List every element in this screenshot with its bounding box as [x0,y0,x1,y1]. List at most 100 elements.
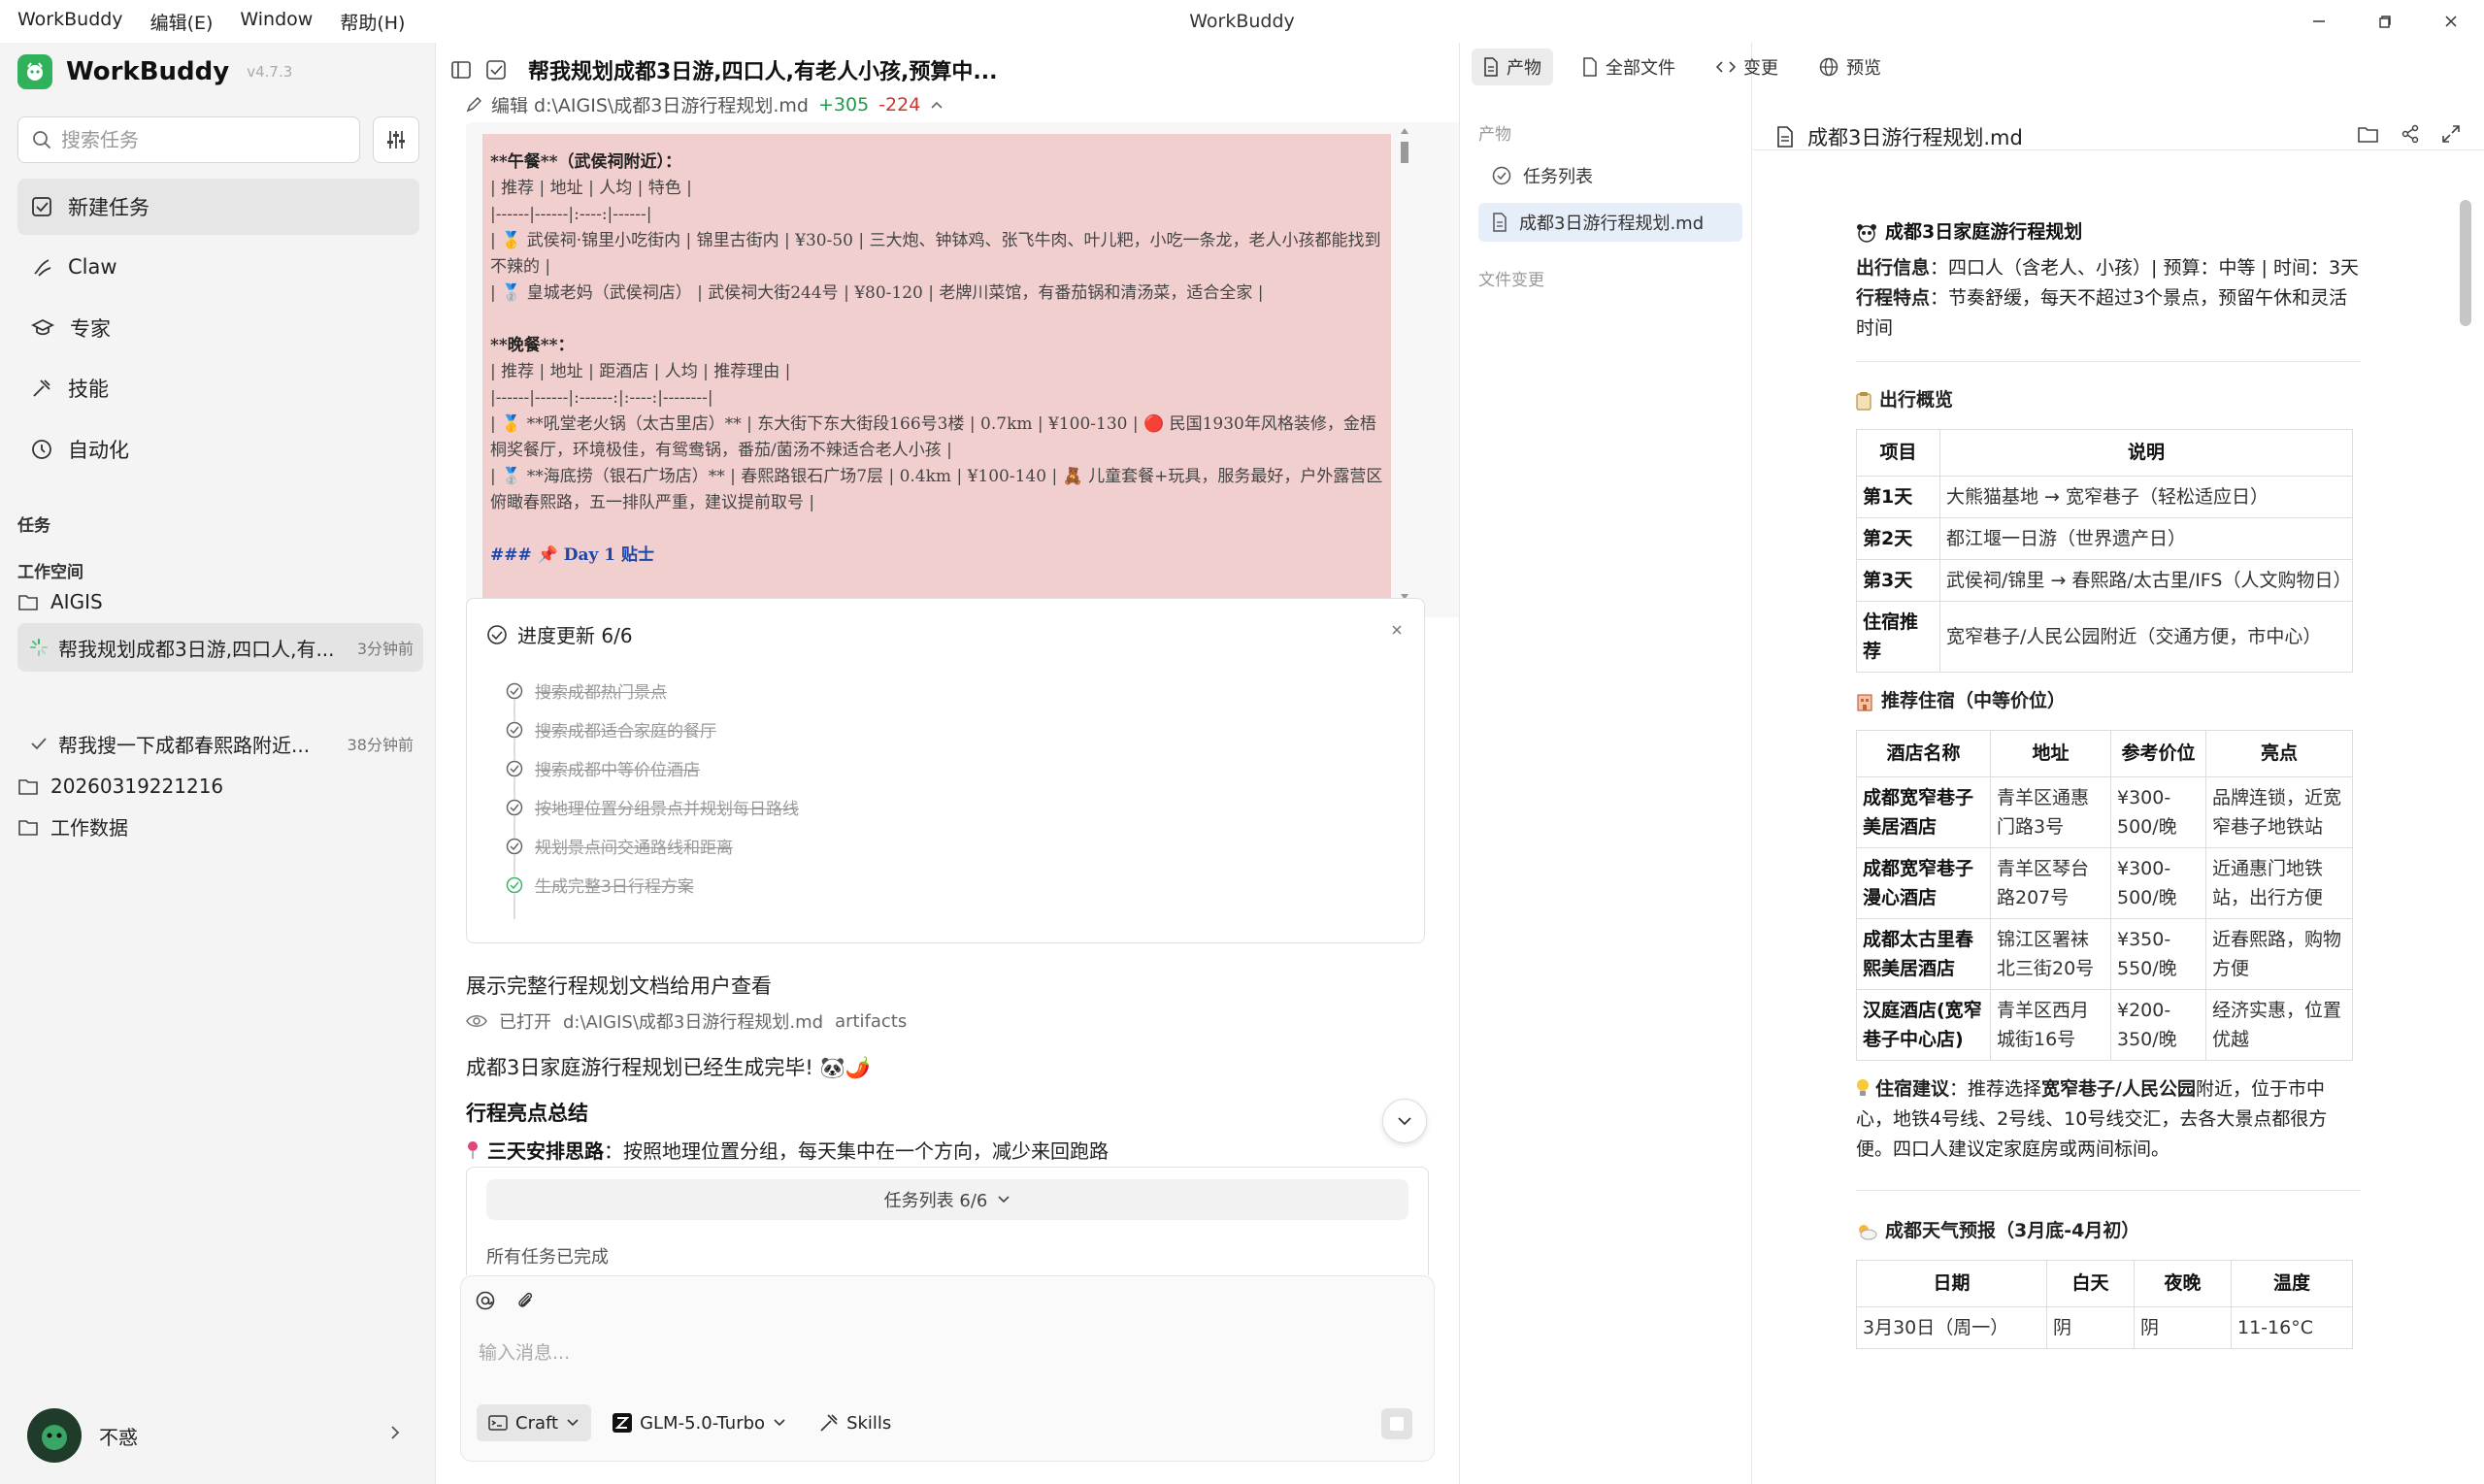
scrollbar[interactable] [1398,120,1411,606]
workspace-folder-aigis[interactable]: AIGIS [17,590,425,613]
search-box[interactable] [17,116,360,163]
hotel-table: 酒店名称 地址 参考价位 亮点 成都宽窄巷子美居酒店 青羊区通惠门路3号 ¥300-… [1856,730,2353,1061]
workspace-folder[interactable]: 20260319221216 [17,775,425,798]
tab-all-files[interactable]: 全部文件 [1571,49,1687,85]
table-header: 温度 [2231,1260,2353,1307]
mode-selector[interactable]: Craft [477,1404,592,1441]
table-cell: 阴 [2134,1306,2232,1349]
model-logo-icon [613,1413,633,1433]
paperclip-icon[interactable] [515,1290,535,1311]
document-scrollbar[interactable] [2456,175,2473,1475]
table-cell: 武侯祠/锦里 → 春熙路/太古里/IFS（人文购物日） [1939,559,2353,602]
search-icon [32,130,51,149]
skills-selector[interactable]: Skills [808,1404,903,1441]
search-input[interactable] [61,128,343,151]
artifact-itinerary-md[interactable]: 成都3日游行程规划.md [1478,203,1742,242]
new-task-icon[interactable] [485,59,507,81]
hotel-heading: 推荐住宿（中等价位） [1856,686,2361,716]
check-circle-icon [506,798,523,816]
mention-icon[interactable] [475,1290,496,1311]
table-row: 成都太古里春熙美居酒店 锦江区署袜北三街20号 ¥350-550/晚 近春熙路，购物方… [1856,918,2353,990]
close-button[interactable] [2418,0,2484,43]
show-doc-text: 展示完整行程规划文档给用户查看 [466,974,772,998]
menu-workbuddy[interactable]: WorkBuddy [17,9,123,35]
sidebar-toggle-icon[interactable] [450,59,472,81]
task-item[interactable]: 帮我搜一下成都春熙路附近... 38分钟前 [17,719,423,768]
brand: WorkBuddy v4.7.3 [17,54,292,89]
table-cell: 第1天 [1856,476,1940,518]
progress-step-label: 搜索成都适合家庭的餐厅 [535,722,716,742]
table-cell: 宽窄巷子/人民公园附近（交通方便，市中心） [1939,601,2353,673]
message-input[interactable] [479,1338,1410,1381]
task-time: 38分钟前 [347,736,414,754]
send-button[interactable] [1381,1408,1412,1439]
check-icon [29,734,49,753]
maximize-button[interactable] [2352,0,2418,43]
summary-text: ：按照地理位置分组，每天集中在一个方向，减少来回跑路 [604,1139,1109,1163]
tab-changes[interactable]: 变更 [1705,49,1790,85]
summary-title: 行程亮点总结 [466,1102,588,1125]
user-profile[interactable]: 不惑 [27,1408,138,1463]
tasks-done-text: 所有任务已完成 [486,1247,609,1268]
chat-panel: 帮我规划成都3日游,四口人,有老人小孩,预算中... 编辑 d:\AIGIS\成… [437,43,1460,1484]
collapse-icon[interactable] [1389,622,1405,638]
table-cell: ¥300-500/晚 [2110,847,2206,919]
nav-skills[interactable]: 技能 [17,360,419,416]
artifact-label: 任务列表 [1523,167,1593,187]
chevron-right-icon[interactable] [388,1425,402,1440]
model-selector[interactable]: GLM-5.0-Turbo [601,1404,798,1441]
chevron-up-icon[interactable] [930,100,944,110]
folder-open-icon[interactable] [2358,124,2379,144]
nav-label: Claw [68,255,117,279]
task-time: 3分钟前 [356,640,414,658]
task-item[interactable]: 帮我规划成都3日游,四口人,有... 3分钟前 [17,623,423,672]
table-header: 说明 [1939,429,2353,477]
diff-line: | 🥈 皇城老妈（武侯祠店） | 武侯祠大街244号 | ¥80-120 | 老… [490,283,1264,303]
workspace-folder[interactable]: 工作数据 [17,812,425,841]
app-version: v4.7.3 [247,63,293,81]
opened-path[interactable]: d:\AIGIS\成都3日游行程规划.md [563,1008,823,1034]
section-tasks-title: 任务 [17,516,50,536]
chevron-down-icon [773,1418,786,1428]
menu-help[interactable]: 帮助(H) [340,9,405,35]
document-icon [1492,213,1507,232]
scroll-down-button[interactable] [1382,1099,1427,1143]
progress-step-label: 按地理位置分组景点并规划每日路线 [535,800,799,819]
expand-icon[interactable] [2441,124,2461,144]
menu-edit[interactable]: 编辑(E) [150,9,214,35]
progress-step-label: 搜索成都热门景点 [535,683,667,703]
weather-title: 成都天气预报（3月底-4月初） [1885,1220,2140,1241]
task-list-toggle[interactable]: 任务列表 6/6 [486,1179,1408,1220]
artifact-task-list[interactable]: 任务列表 [1478,156,1742,195]
minimize-button[interactable] [2286,0,2352,43]
hotel-icon [1856,692,1873,711]
code-icon [1716,59,1736,75]
opened-suffix: artifacts [835,1010,908,1032]
table-header: 白天 [2046,1260,2135,1307]
table-row: 第3天 武侯祠/锦里 → 春熙路/太古里/IFS（人文购物日） [1856,559,2353,602]
scrollbar-thumb[interactable] [2460,200,2471,326]
nav-new-task[interactable]: 新建任务 [17,179,419,235]
menu-window[interactable]: Window [240,9,313,35]
table-cell: 青羊区通惠门路3号 [1990,776,2111,848]
diff-line: | 推荐 | 地址 | 人均 | 特色 | [490,179,692,198]
pin-icon [466,1140,480,1160]
share-icon[interactable] [2401,124,2420,144]
table-cell: 品牌连锁，近宽窄巷子地铁站 [2205,776,2353,848]
summary-label: 三天安排思路 [487,1139,604,1163]
progress-card: 进度更新 6/6 搜索成都热门景点 搜索成都适合家庭的餐厅 搜索成都中等价位酒店 按地… [466,598,1425,943]
nav-label: 新建任务 [68,196,149,219]
folder-label: 工作数据 [50,816,128,840]
nav-automation[interactable]: 自动化 [17,421,419,478]
filter-button[interactable] [373,116,419,163]
nav-expert[interactable]: 专家 [17,300,419,356]
tab-artifacts[interactable]: 产物 [1472,49,1553,85]
tab-preview[interactable]: 预览 [1807,49,1893,85]
table-cell: ¥300-500/晚 [2110,776,2206,848]
nav-claw[interactable]: Claw [17,239,419,295]
avatar [27,1408,82,1463]
file-changes-label: 文件变更 [1478,271,1544,290]
diff-line: **午餐**（武侯祠附近）： [490,152,682,172]
window-controls [2286,0,2484,43]
clipboard-icon [1856,391,1871,411]
